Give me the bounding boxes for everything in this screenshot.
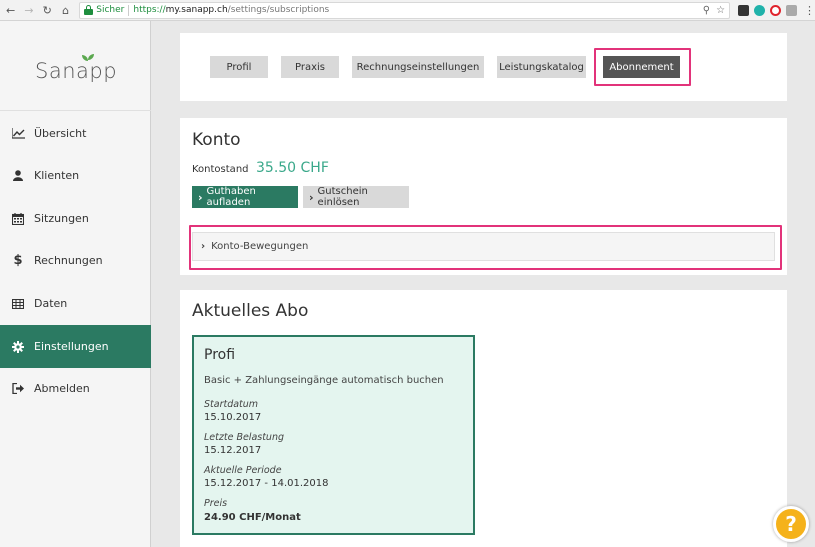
field-value: 15.10.2017: [204, 412, 262, 423]
field-label: Aktuelle Periode: [204, 465, 282, 476]
lock-icon: [84, 5, 94, 15]
sidebar-item-klienten[interactable]: Klienten: [0, 154, 151, 197]
konto-bewegungen-label: Konto-Bewegungen: [211, 241, 309, 252]
plan-name: Profi: [204, 347, 236, 363]
sidebar-item-label: Abmelden: [34, 382, 90, 395]
gear-icon: [0, 340, 34, 353]
konto-panel: Konto Kontostand 35.50 CHF › Guthaben au…: [180, 118, 787, 275]
sidebar-item-rechnungen[interactable]: $ Rechnungen: [0, 239, 151, 282]
extension-icon[interactable]: [754, 4, 766, 16]
abo-panel: Aktuelles Abo Profi Basic + Zahlungseing…: [180, 290, 787, 547]
section-title: Aktuelles Abo: [192, 301, 309, 321]
sidebar: Sanapp Übersicht Klienten Sitzungen $ Re…: [0, 21, 151, 547]
sidebar-divider: [0, 110, 151, 111]
konto-bewegungen-toggle[interactable]: › Konto-Bewegungen: [192, 232, 775, 261]
help-button[interactable]: ?: [773, 506, 809, 542]
topup-button-label: Guthaben aufladen: [206, 186, 256, 208]
sidebar-item-label: Übersicht: [34, 127, 87, 140]
key-icon[interactable]: ⚲: [703, 5, 710, 16]
extension-icon[interactable]: [738, 4, 750, 16]
sidebar-item-uebersicht[interactable]: Übersicht: [0, 112, 151, 155]
forward-icon[interactable]: →: [21, 2, 36, 18]
sidebar-item-einstellungen[interactable]: Einstellungen: [0, 325, 151, 368]
sign-out-icon: [0, 383, 34, 394]
chevron-right-icon: ›: [198, 190, 203, 204]
sidebar-item-label: Daten: [34, 297, 68, 310]
balance-label: Kontostand: [192, 164, 249, 175]
calendar-icon: [0, 212, 34, 225]
logo[interactable]: Sanapp: [35, 59, 117, 83]
settings-tabs-panel: Profil Praxis Rechnungseinstellungen Lei…: [180, 33, 787, 101]
line-chart-icon: [0, 128, 34, 139]
voucher-button-label: Gutschein einlösen: [317, 186, 368, 208]
url-separator: [128, 4, 130, 16]
tab-praxis[interactable]: Praxis: [281, 56, 339, 78]
voucher-button[interactable]: › Gutschein einlösen: [303, 186, 409, 208]
chevron-right-icon: ›: [201, 241, 206, 252]
plan-description: Basic + Zahlungseingänge automatisch buc…: [204, 375, 444, 386]
back-icon[interactable]: ←: [3, 2, 18, 18]
opera-icon[interactable]: [770, 4, 782, 16]
tab-rechnungseinstellungen[interactable]: Rechnungseinstellungen: [352, 56, 484, 78]
table-icon: [0, 298, 34, 309]
url-path: /settings/subscriptions: [227, 5, 330, 15]
secure-label: Sicher: [96, 5, 125, 15]
url-scheme: https://: [133, 5, 166, 15]
camera-icon[interactable]: [786, 4, 798, 16]
field-value: 15.12.2017: [204, 445, 262, 456]
star-icon[interactable]: ☆: [716, 5, 725, 16]
sidebar-item-sitzungen[interactable]: Sitzungen: [0, 197, 151, 240]
sidebar-item-label: Rechnungen: [34, 254, 103, 267]
price-value: 24.90 CHF/Monat: [204, 512, 301, 523]
sidebar-item-daten[interactable]: Daten: [0, 282, 151, 325]
home-icon[interactable]: ⌂: [58, 2, 73, 18]
browser-menu-icon[interactable]: ⋮: [804, 4, 815, 17]
field-value: 15.12.2017 - 14.01.2018: [204, 478, 329, 489]
balance-value: 35.50 CHF: [256, 160, 329, 176]
chevron-right-icon: ›: [309, 190, 314, 204]
address-bar[interactable]: Sicher https://my.sanapp.ch/settings/sub…: [79, 1, 731, 19]
field-label: Letzte Belastung: [204, 432, 285, 443]
tab-profil[interactable]: Profil: [210, 56, 268, 78]
tab-leistungskatalog[interactable]: Leistungskatalog: [497, 56, 586, 78]
field-label: Startdatum: [204, 399, 259, 410]
url-domain: my.sanapp.ch: [165, 5, 228, 15]
sidebar-item-label: Sitzungen: [34, 212, 89, 225]
section-title: Konto: [192, 130, 241, 150]
plan-card: Profi Basic + Zahlungseingänge automatis…: [192, 335, 475, 535]
dollar-icon: $: [13, 253, 23, 268]
sidebar-item-label: Einstellungen: [34, 340, 109, 353]
topup-button[interactable]: › Guthaben aufladen: [192, 186, 298, 208]
browser-toolbar: ← → ↻ ⌂ Sicher https://my.sanapp.ch/sett…: [0, 0, 815, 21]
sidebar-item-label: Klienten: [34, 169, 80, 182]
highlight-frame: [594, 48, 691, 86]
sidebar-item-abmelden[interactable]: Abmelden: [0, 367, 151, 410]
user-icon: [0, 170, 34, 181]
reload-icon[interactable]: ↻: [40, 2, 55, 18]
field-label: Preis: [204, 498, 228, 509]
